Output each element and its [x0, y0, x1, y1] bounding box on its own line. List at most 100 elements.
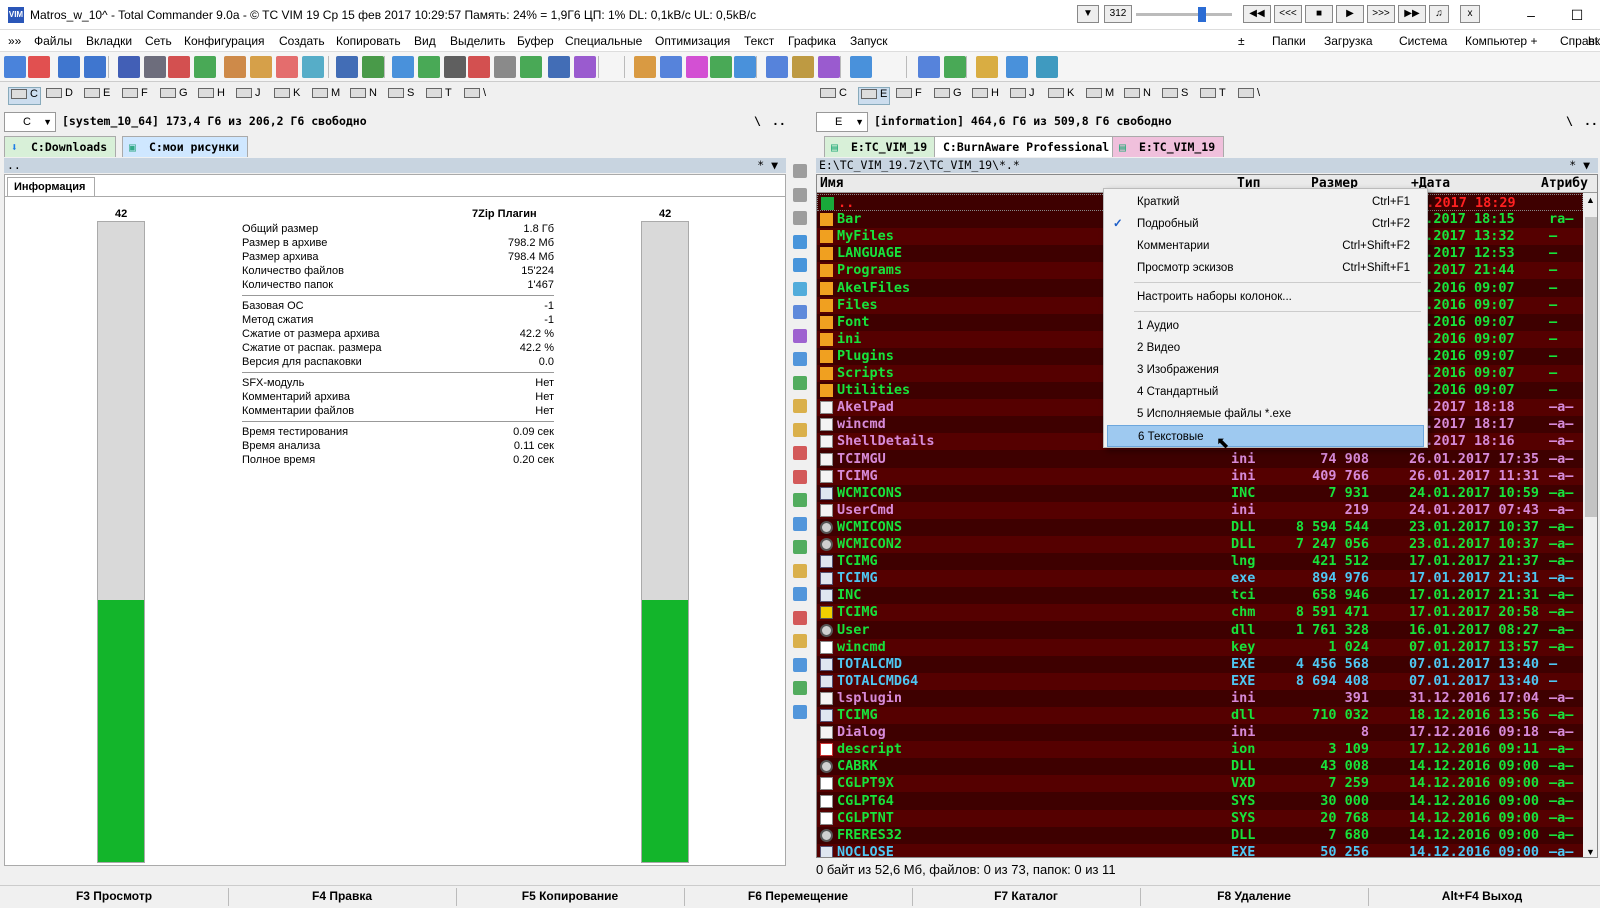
volume-slider-thumb[interactable] [1198, 7, 1206, 22]
file-row[interactable]: WCMICONS DLL 8 594 544 23.01.2017 10:37 –a– [817, 518, 1583, 536]
menu-item-настроить-наборы-колонок-[interactable]: Настроить наборы колонок... [1107, 286, 1424, 308]
drive-button-s[interactable]: S [388, 87, 414, 105]
vertical-bar-button-0[interactable] [793, 164, 807, 178]
vertical-bar-button-18[interactable] [793, 587, 807, 601]
menu-item-3[interactable]: Сеть [145, 34, 172, 48]
vertical-bar-button-15[interactable] [793, 516, 807, 531]
player-button-6[interactable]: ♫ [1429, 5, 1449, 23]
toolbar-button-30[interactable] [850, 56, 872, 78]
toolbar-button-11[interactable] [302, 56, 324, 78]
vertical-bar-button-11[interactable] [793, 422, 807, 437]
toolbar-button-33[interactable] [976, 56, 998, 78]
file-row[interactable]: WCMICON2 DLL 7 247 056 23.01.2017 10:37 –a– [817, 536, 1583, 553]
toolbar-button-17[interactable] [468, 56, 490, 78]
drive-button-j[interactable]: J [1010, 87, 1035, 105]
file-row[interactable]: TCIMG ini 409 766 26.01.2017 11:31 –a– [817, 467, 1583, 485]
drive-button-h[interactable]: H [972, 87, 999, 105]
drive-button-root[interactable]: \ [1238, 87, 1260, 105]
file-row[interactable]: TCIMG exe 894 976 17.01.2017 21:31 –a– [817, 570, 1583, 588]
menu-item-12[interactable]: Текст [744, 34, 774, 48]
file-row[interactable]: lsplugin ini 391 31.12.2016 17:04 –a– [817, 689, 1583, 707]
toolbar-button-22[interactable] [634, 56, 656, 78]
vertical-bar-button-5[interactable] [793, 281, 807, 296]
vertical-bar-button-10[interactable] [793, 399, 807, 413]
toolbar-button-15[interactable] [418, 56, 440, 78]
toolbar-button-18[interactable] [494, 56, 516, 78]
menu-right-item-4[interactable]: Компьютер + [1465, 34, 1537, 48]
drive-button-d[interactable]: D [46, 87, 73, 105]
toolbar-button-27[interactable] [766, 56, 788, 78]
tab-burnaware[interactable]: C:BurnAware Professional [934, 136, 1119, 157]
vertical-bar-button-6[interactable] [793, 305, 807, 319]
file-row[interactable]: wincmd key 1 024 07.01.2017 13:57 –a– [817, 638, 1583, 656]
left-drive-combo[interactable]: C ▼ [4, 112, 56, 132]
fkey-button-0[interactable]: F3 Просмотр [0, 889, 228, 903]
toolbar-button-9[interactable] [250, 56, 272, 78]
menu-item-7[interactable]: Вид [414, 34, 436, 48]
vertical-bar-button-20[interactable] [793, 634, 807, 648]
menu-right-item-3[interactable]: Система [1399, 34, 1447, 48]
tab-my-pictures[interactable]: ▣ C:мои рисунки [122, 136, 249, 157]
menu-item-6-текстовые[interactable]: 6 Текстовые [1107, 425, 1424, 447]
toolbar-button-28[interactable] [792, 56, 814, 78]
menu-item-10[interactable]: Специальные [565, 34, 642, 48]
toolbar-button-21[interactable] [574, 56, 596, 78]
drive-button-f[interactable]: F [896, 87, 922, 105]
file-row[interactable]: CGLPTNT SYS 20 768 14.12.2016 09:00 –a– [817, 809, 1583, 827]
toolbar-button-32[interactable] [944, 56, 966, 78]
fkey-button-1[interactable]: F4 Правка [228, 889, 456, 903]
column-name[interactable]: Имя [820, 175, 843, 193]
vertical-bar-button-12[interactable] [793, 446, 807, 460]
volume-slider[interactable] [1136, 7, 1232, 22]
menu-item-13[interactable]: Графика [788, 34, 836, 48]
menu-item-2-видео[interactable]: 2 Видео [1107, 337, 1424, 359]
vertical-bar-button-8[interactable] [793, 352, 807, 366]
file-row[interactable]: INC tci 658 946 17.01.2017 21:31 –a– [817, 587, 1583, 605]
menu-item-0[interactable]: »» [8, 34, 21, 48]
toolbar-button-12[interactable] [336, 56, 358, 78]
tab-downloads[interactable]: ⬇ C:Downloads [4, 136, 117, 157]
tab-tc-vim-19[interactable]: ▤ E:TC_VIM_19 [824, 136, 937, 157]
toolbar-button-8[interactable] [224, 56, 246, 78]
menu-right-item-1[interactable]: Папки [1272, 34, 1306, 48]
vertical-bar-button-1[interactable] [793, 187, 807, 202]
menu-item-11[interactable]: Оптимизация [655, 34, 730, 48]
menu-item-1-аудио[interactable]: 1 Аудио [1107, 315, 1424, 337]
file-row[interactable]: TOTALCMD EXE 4 456 568 07.01.2017 13:40 — [817, 655, 1583, 673]
menu-item-6[interactable]: Копировать [336, 34, 401, 48]
menu-item-1[interactable]: Файлы [34, 34, 72, 48]
drive-button-g[interactable]: G [934, 87, 962, 105]
toolbar-button-25[interactable] [710, 56, 732, 78]
drive-button-j[interactable]: J [236, 87, 261, 105]
menu-item-комментарии[interactable]: Комментарии Ctrl+Shift+F2 [1107, 235, 1424, 257]
toolbar-button-29[interactable] [818, 56, 840, 78]
menu-right-item-0[interactable]: ± [1238, 34, 1245, 48]
vertical-bar-button-9[interactable] [793, 375, 807, 390]
drive-button-root[interactable]: \ [464, 87, 486, 105]
file-row[interactable]: NOCLOSE EXE 50 256 14.12.2016 09:00 –a– [817, 843, 1583, 857]
vertical-bar-button-21[interactable] [793, 657, 807, 672]
file-row[interactable]: WCMICONS INC 7 931 24.01.2017 10:59 –a– [817, 484, 1583, 502]
media-dropdown-button[interactable]: ▼ [1077, 5, 1099, 23]
toolbar-button-6[interactable] [168, 56, 190, 78]
toolbar-button-31[interactable] [918, 56, 940, 78]
menu-item-5-исполняемые-файлы-exe[interactable]: 5 Исполняемые файлы *.exe [1107, 403, 1424, 425]
toolbar-button-34[interactable] [1006, 56, 1028, 78]
menu-item-просмотр-эскизов[interactable]: Просмотр эскизов Ctrl+Shift+F1 [1107, 257, 1424, 279]
toolbar-button-19[interactable] [520, 56, 542, 78]
vertical-bar-button-17[interactable] [793, 563, 807, 578]
menu-item-14[interactable]: Запуск [850, 34, 888, 48]
menu-right-item-6[interactable]: ht [1588, 34, 1598, 48]
drive-button-c[interactable]: C [820, 87, 847, 105]
toolbar-button-5[interactable] [144, 56, 166, 78]
column-attributes[interactable]: Атрибу [1541, 175, 1588, 193]
player-button-4[interactable]: >>> [1367, 5, 1395, 23]
menu-item-4-стандартный[interactable]: 4 Стандартный [1107, 381, 1424, 403]
player-button-5[interactable]: ▶▶ [1398, 5, 1426, 23]
right-path-menu-icon[interactable]: * ▼ [1569, 158, 1590, 173]
file-row[interactable]: FRERES32 DLL 7 680 14.12.2016 09:00 –a– [817, 826, 1583, 844]
left-up-button[interactable]: .. [772, 114, 786, 128]
toolbar-button-16[interactable] [444, 56, 466, 78]
drive-button-k[interactable]: K [274, 87, 300, 105]
drive-button-e[interactable]: E [84, 87, 110, 105]
